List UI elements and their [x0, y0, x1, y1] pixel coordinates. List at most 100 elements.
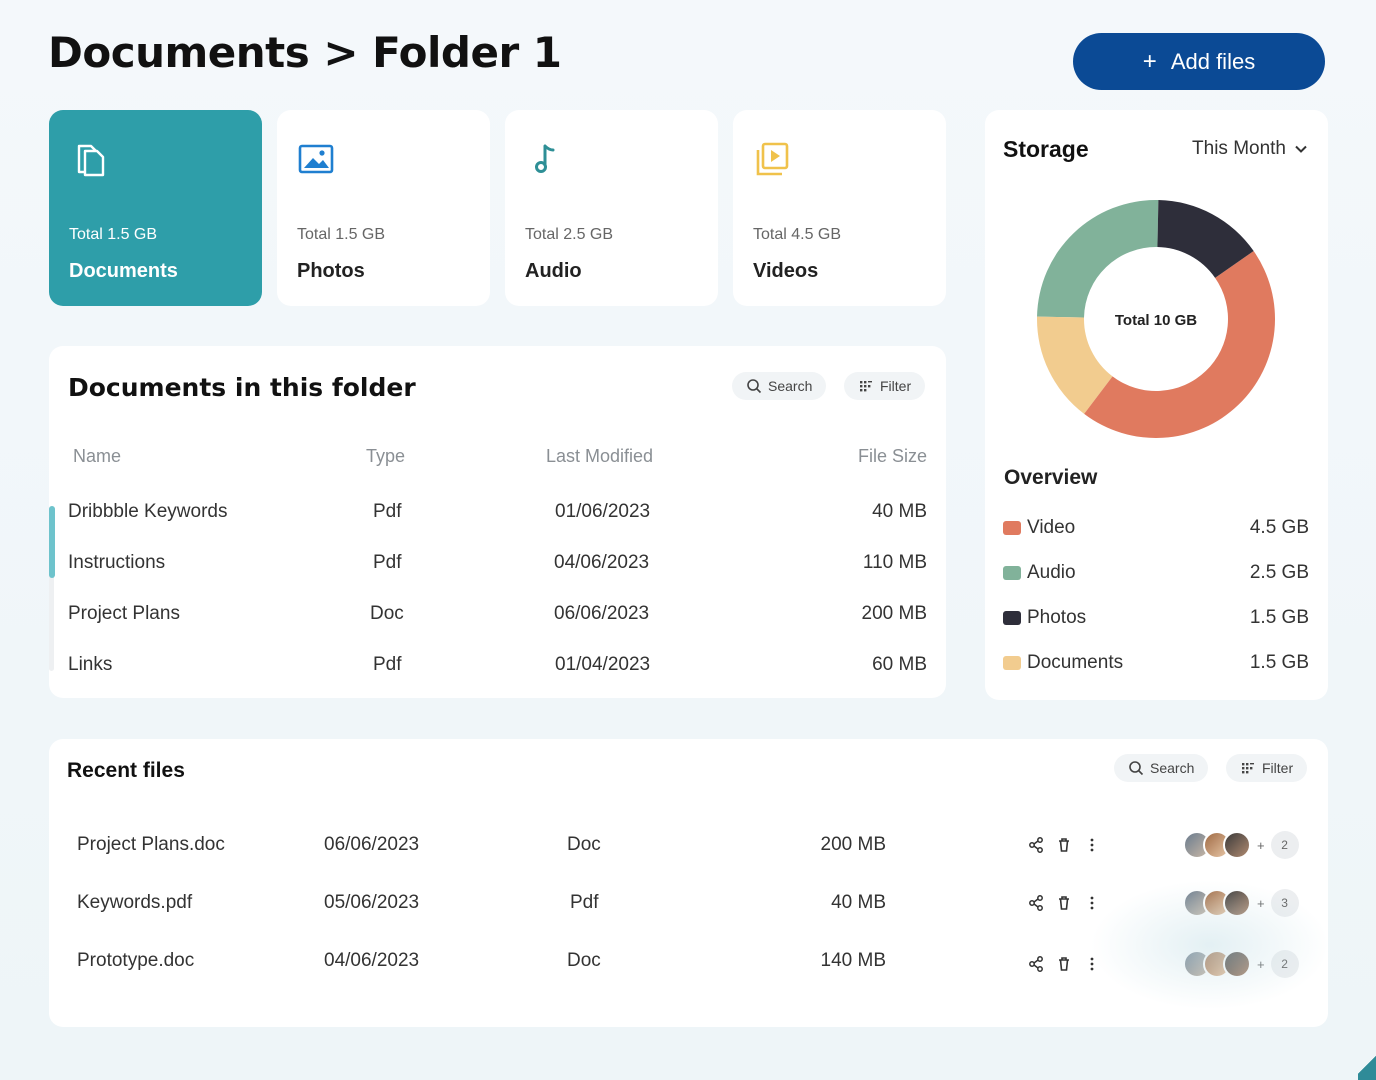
category-card-audio[interactable]: Total 2.5 GB Audio: [505, 110, 718, 306]
legend-item-audio: Audio 2.5 GB: [1003, 560, 1309, 586]
table-row-name[interactable]: Links: [68, 654, 112, 676]
filter-label: Filter: [880, 378, 912, 394]
share-icon[interactable]: [1027, 836, 1045, 854]
recent-file-size: 140 MB: [820, 950, 886, 971]
donut-slice-audio: [1037, 200, 1159, 318]
trash-icon[interactable]: [1055, 836, 1073, 854]
table-row-size: 110 MB: [862, 552, 927, 573]
share-icon[interactable]: [1027, 955, 1045, 973]
add-files-button[interactable]: + Add files: [1073, 33, 1325, 90]
donut-center-label: Total 10 GB: [1115, 312, 1197, 329]
search-button[interactable]: Search: [1114, 754, 1209, 782]
storage-donut-chart: Total 10 GB: [1037, 200, 1275, 438]
period-label: This Month: [1192, 138, 1286, 159]
recent-file-name[interactable]: Project Plans.doc: [77, 834, 225, 856]
image-icon: [298, 144, 334, 174]
legend-label: Photos: [1027, 607, 1087, 628]
column-header-name[interactable]: Name: [73, 446, 121, 467]
extra-members-count: 3: [1270, 889, 1299, 917]
table-row-date: 06/06/2023: [554, 603, 650, 624]
table-row-name[interactable]: Instructions: [68, 552, 165, 574]
plus-icon: +: [1142, 47, 1157, 75]
scrollbar-thumb[interactable]: [49, 506, 55, 578]
avatar: [1223, 831, 1251, 859]
avatar: [1223, 889, 1251, 917]
recent-file-date: 06/06/2023: [324, 834, 420, 855]
recent-file-type: Pdf: [570, 892, 599, 913]
search-icon: [747, 379, 762, 394]
search-label: Search: [768, 378, 813, 394]
category-total: Total 4.5 GB: [753, 226, 842, 243]
search-button[interactable]: Search: [732, 372, 827, 400]
recent-file-type: Doc: [567, 834, 601, 855]
category-name: Videos: [753, 260, 819, 282]
search-label: Search: [1150, 760, 1195, 776]
row-actions: [1027, 955, 1101, 973]
table-row-name[interactable]: Project Plans: [68, 603, 180, 625]
column-header-type[interactable]: Type: [366, 446, 405, 467]
category-name: Photos: [297, 260, 365, 282]
table-row-date: 01/06/2023: [555, 501, 651, 522]
legend-swatch: [1003, 656, 1021, 670]
recent-file-date: 05/06/2023: [324, 892, 420, 913]
category-card-documents[interactable]: Total 1.5 GB Documents: [49, 110, 262, 306]
recent-files-title: Recent files: [67, 759, 185, 782]
avatar: [1223, 950, 1251, 978]
donut-slice-video: [1084, 250, 1275, 438]
shared-avatars[interactable]: + 3: [1183, 889, 1299, 917]
column-header-file-size[interactable]: File Size: [858, 446, 927, 467]
table-row-date: 01/04/2023: [555, 654, 651, 675]
filter-icon: [1242, 763, 1254, 774]
legend-value: 4.5 GB: [1249, 517, 1309, 538]
trash-icon[interactable]: [1055, 894, 1073, 912]
plus-sign: +: [1257, 956, 1265, 972]
table-row-type: Doc: [370, 603, 404, 624]
recent-file-size: 40 MB: [831, 892, 886, 913]
overview-title: Overview: [1004, 466, 1098, 489]
folder-documents-panel: Documents in this folder Search Filter N…: [49, 346, 946, 698]
category-card-videos[interactable]: Total 4.5 GB Videos: [733, 110, 946, 306]
recent-file-name[interactable]: Keywords.pdf: [77, 892, 192, 914]
table-row-size: 200 MB: [861, 603, 927, 624]
shared-avatars[interactable]: + 2: [1183, 950, 1299, 978]
trash-icon[interactable]: [1055, 955, 1073, 973]
share-icon[interactable]: [1027, 894, 1045, 912]
recent-file-name[interactable]: Prototype.doc: [77, 950, 194, 972]
recent-file-size: 200 MB: [820, 834, 886, 855]
documents-icon: [77, 144, 105, 177]
plus-sign: +: [1257, 895, 1265, 911]
category-card-photos[interactable]: Total 1.5 GB Photos: [277, 110, 490, 306]
add-files-label: Add files: [1170, 48, 1256, 74]
category-name: Audio: [525, 260, 582, 282]
category-total: Total 1.5 GB: [69, 226, 158, 243]
search-icon: [1129, 761, 1144, 776]
filter-label: Filter: [1262, 760, 1294, 776]
page-title: Documents > Folder 1: [48, 28, 562, 77]
chevron-down-icon: [1295, 145, 1307, 153]
category-total: Total 1.5 GB: [297, 226, 386, 243]
period-dropdown[interactable]: This Month: [1192, 138, 1308, 160]
filter-button[interactable]: Filter: [844, 372, 926, 400]
legend-item-photos: Photos 1.5 GB: [1003, 605, 1309, 631]
folder-documents-title: Documents in this folder: [68, 373, 416, 402]
music-note-icon: [535, 144, 555, 173]
legend-value: 2.5 GB: [1249, 562, 1309, 583]
more-vertical-icon[interactable]: [1083, 955, 1101, 973]
recent-file-type: Doc: [567, 950, 601, 971]
category-name: Documents: [69, 260, 178, 282]
table-row-type: Pdf: [373, 501, 402, 522]
storage-title: Storage: [1003, 136, 1089, 162]
table-row-name[interactable]: Dribbble Keywords: [68, 501, 227, 523]
more-vertical-icon[interactable]: [1083, 894, 1101, 912]
storage-panel: Storage This Month Total 10 GB Overview …: [985, 110, 1328, 700]
legend-label: Video: [1027, 517, 1076, 538]
more-vertical-icon[interactable]: [1083, 836, 1101, 854]
recent-files-panel: Recent files Search Filter Project Plans…: [49, 739, 1328, 1027]
filter-button[interactable]: Filter: [1226, 754, 1308, 782]
shared-avatars[interactable]: + 2: [1183, 831, 1299, 859]
legend-swatch: [1003, 521, 1021, 535]
table-row-date: 04/06/2023: [554, 552, 650, 573]
column-header-last-modified[interactable]: Last Modified: [546, 446, 653, 467]
legend-item-documents: Documents 1.5 GB: [1003, 650, 1309, 676]
filter-icon: [860, 381, 872, 392]
